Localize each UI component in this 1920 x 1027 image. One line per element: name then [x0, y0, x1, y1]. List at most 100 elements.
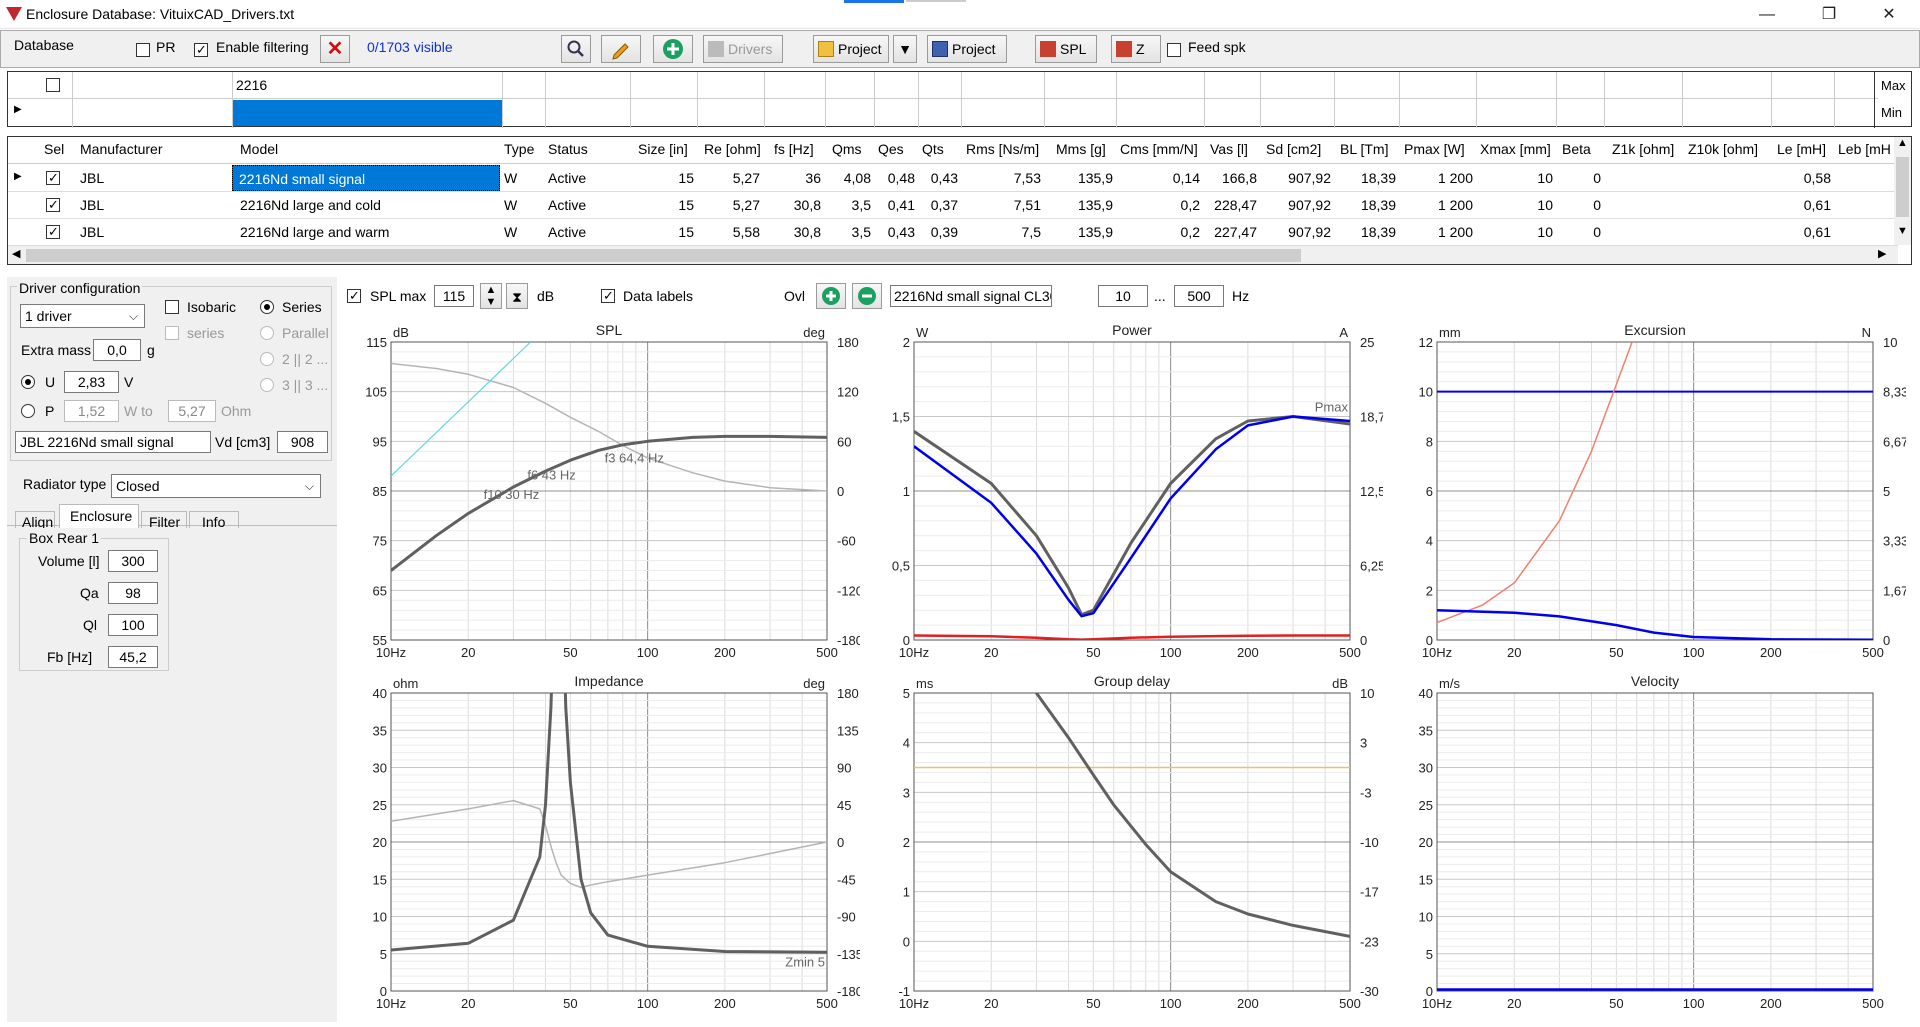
search-button[interactable]	[561, 35, 591, 63]
restore-button[interactable]: ❐	[1806, 2, 1852, 28]
col-cms[interactable]: Cms [mm/N]	[1120, 141, 1198, 157]
vd-input[interactable]: 908	[277, 431, 328, 453]
col-qts[interactable]: Qts	[922, 141, 944, 157]
max-label: Max	[1881, 78, 1906, 93]
series-radio[interactable]	[260, 300, 274, 314]
y-tick-label: 6	[1426, 484, 1433, 499]
export-z-button[interactable]: Z	[1111, 35, 1161, 63]
row-select-checkbox[interactable]	[46, 169, 60, 187]
project-dropdown-button[interactable]: ▼	[893, 35, 917, 63]
col-manufacturer[interactable]: Manufacturer	[80, 141, 162, 157]
u-radio[interactable]	[21, 375, 35, 389]
enable-filtering-checkbox[interactable]	[194, 41, 208, 59]
col-qms[interactable]: Qms	[832, 141, 862, 157]
chart-velocity[interactable]: 40 35 30 25 20 15 10 5 0 10Hz 20 50 100 200 500 Velocit…	[1396, 671, 1906, 1014]
freq-to-input[interactable]: 500	[1174, 285, 1224, 307]
pr-checkbox[interactable]	[136, 43, 150, 57]
tab-enclosure[interactable]: Enclosure	[59, 504, 139, 528]
driver-name-field[interactable]: JBL 2216Nd small signal	[15, 431, 211, 453]
row-select-checkbox[interactable]	[46, 196, 60, 214]
col-re[interactable]: Re [ohm]	[704, 141, 761, 157]
clear-filter-button[interactable]: ✕	[320, 35, 350, 63]
chart-excursion[interactable]: 12 10 8 6 4 2 0 10 8,33 6,67 5 3,33 1,67 0 10Hz 20 50 100…	[1396, 320, 1908, 663]
scroll-up-icon[interactable]: ▲	[1897, 137, 1908, 149]
volume-input[interactable]: 300	[108, 550, 158, 572]
driver-count-select[interactable]: 1 driver ⌵	[20, 304, 145, 328]
isobaric-checkbox[interactable]	[165, 300, 179, 314]
filter-sel-checkbox[interactable]	[46, 78, 60, 92]
col-le[interactable]: Le [mH]	[1777, 141, 1826, 157]
col-beta[interactable]: Beta	[1562, 141, 1591, 157]
x-tick-label: 20	[461, 996, 475, 1011]
col-z1k[interactable]: Z1k [ohm]	[1612, 141, 1674, 157]
table-horizontal-scrollbar[interactable]: ◀ ▶	[8, 245, 1898, 264]
minimize-button[interactable]: —	[1744, 2, 1790, 28]
save-project-button[interactable]: Project	[927, 35, 1007, 63]
col-sd[interactable]: Sd [cm2]	[1266, 141, 1321, 157]
chart-group-delay[interactable]: 5 4 3 2 1 0 -1 10 3 -3 -10 -17 -23 -30 10Hz 20 50 100 200 5…	[873, 671, 1383, 1014]
opt-2x2-radio[interactable]	[260, 352, 274, 366]
p-input[interactable]: 1,52	[64, 400, 119, 422]
add-button[interactable]	[653, 35, 693, 63]
col-status[interactable]: Status	[548, 141, 588, 157]
spl-fit-button[interactable]: ⧗	[506, 283, 528, 309]
col-type[interactable]: Type	[504, 141, 534, 157]
overlay-name-input[interactable]: 2216Nd small signal CL300	[890, 285, 1052, 307]
scroll-right-icon[interactable]: ▶	[1878, 247, 1886, 260]
col-rms[interactable]: Rms [Ns/m]	[966, 141, 1039, 157]
export-spl-button[interactable]: SPL	[1035, 35, 1097, 63]
col-pmax[interactable]: Pmax [W]	[1404, 141, 1465, 157]
qa-input[interactable]: 98	[108, 582, 158, 604]
col-fs[interactable]: fs [Hz]	[774, 141, 814, 157]
extra-mass-input[interactable]: 0,0	[93, 339, 141, 361]
table-row[interactable]: ▶ JBL 2216Nd small signalW Active 15 5,27 36 4,…	[8, 165, 1894, 192]
chart-impedance[interactable]: 40 35 30 25 20 15 10 5 0 180 135 90 45 0 -45 -90 -135 -18…	[350, 671, 863, 1014]
table-vertical-scrollbar[interactable]: ▲ ▼	[1894, 137, 1911, 245]
col-sel[interactable]: Sel	[44, 141, 64, 157]
col-mms[interactable]: Mms [g]	[1056, 141, 1106, 157]
fb-input[interactable]: 45,2	[108, 646, 158, 668]
model-filter-input[interactable]: 2216	[236, 77, 267, 93]
cell-rms: 7,53	[1013, 170, 1041, 186]
col-bl[interactable]: BL [Tm]	[1340, 141, 1389, 157]
col-size[interactable]: Size [in]	[638, 141, 688, 157]
feed-spk-checkbox[interactable]	[1167, 43, 1181, 57]
opt-3x3-radio[interactable]	[260, 378, 274, 392]
cell-le: 0,61	[1803, 197, 1831, 213]
scroll-left-icon[interactable]: ◀	[12, 247, 20, 260]
drivers-button[interactable]: Drivers	[703, 35, 783, 63]
table-row[interactable]: JBL 2216Nd large and warm W Active 15 5,58 30,…	[8, 219, 1894, 246]
series-sub-checkbox[interactable]	[165, 326, 179, 340]
scroll-down-icon[interactable]: ▼	[1897, 225, 1908, 237]
row-select-checkbox[interactable]	[46, 223, 60, 241]
data-labels-checkbox[interactable]	[601, 287, 615, 305]
col-model[interactable]: Model	[240, 141, 278, 157]
u-input[interactable]: 2,83	[64, 371, 119, 393]
col-xmax[interactable]: Xmax [mm]	[1480, 141, 1551, 157]
ohm-input[interactable]: 5,27	[168, 400, 216, 422]
chart-spl[interactable]: 115 105 95 85 75 65 55 180 120 60 0 -60 -120 -180 10Hz…	[350, 320, 863, 663]
spl-stepper[interactable]: ▲ ▼	[480, 283, 502, 309]
table-row[interactable]: JBL 2216Nd large and cold W Active 15 5,27 30,…	[8, 192, 1894, 219]
overlay-remove-button[interactable]	[852, 283, 882, 309]
col-leb[interactable]: Leb [mH	[1838, 141, 1891, 157]
parallel-radio[interactable]	[260, 326, 274, 340]
col-vas[interactable]: Vas [l]	[1210, 141, 1248, 157]
filter-selected-cell[interactable]	[232, 100, 502, 126]
p-radio[interactable]	[21, 404, 35, 418]
radiator-type-select[interactable]: Closed ⌵	[111, 474, 321, 498]
freq-from-input[interactable]: 10	[1098, 285, 1148, 307]
chart-power[interactable]: 2 1,5 1 0,5 0 25 18,7 12,5 6,25 0 10Hz 20 50 100 200 50…	[873, 320, 1385, 663]
edit-button[interactable]	[601, 35, 641, 63]
y-tick-label: 1	[903, 885, 910, 900]
overlay-add-button[interactable]	[816, 283, 846, 309]
hscroll-thumb[interactable]	[26, 249, 1301, 262]
ql-input[interactable]: 100	[108, 614, 158, 636]
spl-max-input[interactable]: 115	[434, 285, 474, 307]
load-project-button[interactable]: Project	[813, 35, 889, 63]
close-window-button[interactable]: ✕	[1866, 2, 1912, 28]
col-z10k[interactable]: Z10k [ohm]	[1688, 141, 1758, 157]
spl-max-checkbox[interactable]	[347, 287, 361, 305]
col-qes[interactable]: Qes	[878, 141, 904, 157]
vscroll-thumb[interactable]	[1896, 157, 1909, 217]
